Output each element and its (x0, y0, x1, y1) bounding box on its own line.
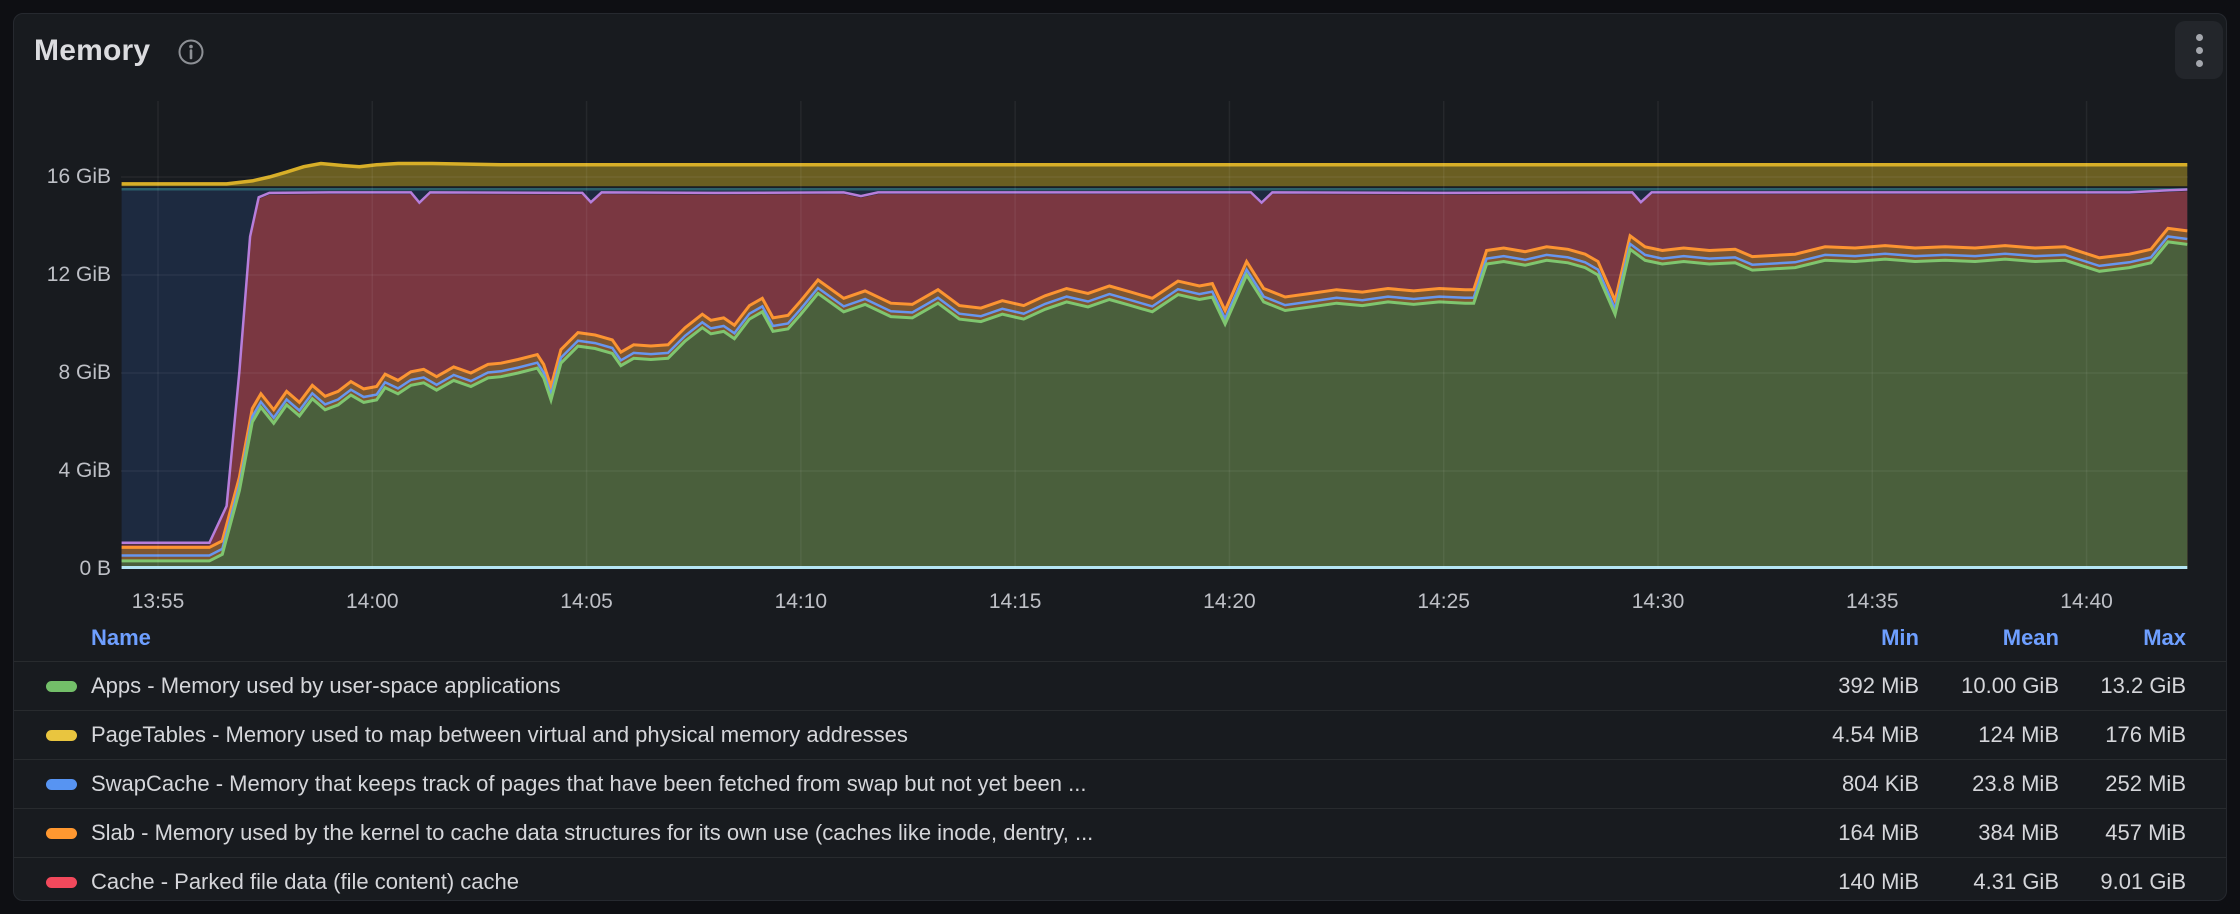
kebab-menu-icon[interactable] (2175, 21, 2223, 79)
x-axis-tick-label: 14:20 (1203, 589, 1256, 615)
legend-max-value: 9.01 GiB (2059, 869, 2186, 895)
x-axis-tick-label: 13:55 (132, 589, 185, 615)
legend-max-value: 13.2 GiB (2059, 673, 2186, 699)
legend-header-max[interactable]: Max (2059, 625, 2186, 651)
legend-series-name[interactable]: Apps - Memory used by user-space applica… (91, 673, 1779, 699)
x-axis-tick-label: 14:30 (1632, 589, 1685, 615)
legend-series-name[interactable]: SwapCache - Memory that keeps track of p… (91, 771, 1779, 797)
legend-max-value: 252 MiB (2059, 771, 2186, 797)
legend-mean-value: 23.8 MiB (1919, 771, 2059, 797)
memory-stacked-area-chart[interactable] (121, 101, 2188, 569)
legend-min-value: 164 MiB (1779, 820, 1919, 846)
info-icon-glyph (177, 38, 205, 66)
y-axis-tick-label: 0 B (14, 556, 111, 582)
legend-series-name[interactable]: PageTables - Memory used to map between … (91, 722, 1779, 748)
y-axis-tick-label: 16 GiB (14, 164, 111, 190)
x-axis-tick-label: 14:15 (989, 589, 1042, 615)
legend-series-name[interactable]: Slab - Memory used by the kernel to cach… (91, 820, 1779, 846)
legend-row: Slab - Memory used by the kernel to cach… (14, 808, 2226, 857)
pagetables-area (122, 164, 2188, 187)
legend-series-name[interactable]: Cache - Parked file data (file content) … (91, 869, 1779, 895)
legend-min-value: 140 MiB (1779, 869, 1919, 895)
legend-min-value: 392 MiB (1779, 673, 1919, 699)
x-axis-tick-label: 14:25 (1417, 589, 1470, 615)
legend-header-min[interactable]: Min (1779, 625, 1919, 651)
x-axis-tick-label: 14:35 (1846, 589, 1899, 615)
legend-header-row: Name Min Mean Max (14, 615, 2226, 661)
legend-header-mean[interactable]: Mean (1919, 625, 2059, 651)
legend-min-value: 4.54 MiB (1779, 722, 1919, 748)
panel-title[interactable]: Memory (34, 34, 150, 68)
y-axis-tick-label: 12 GiB (14, 262, 111, 288)
legend-max-value: 457 MiB (2059, 820, 2186, 846)
x-axis-tick-label: 14:00 (346, 589, 399, 615)
legend-rows: Apps - Memory used by user-space applica… (14, 661, 2226, 901)
legend-row: PageTables - Memory used to map between … (14, 710, 2226, 759)
legend-mean-value: 4.31 GiB (1919, 869, 2059, 895)
y-axis-tick-label: 8 GiB (14, 360, 111, 386)
x-axis-tick-label: 14:05 (560, 589, 613, 615)
legend-row: SwapCache - Memory that keeps track of p… (14, 759, 2226, 808)
legend-mean-value: 10.00 GiB (1919, 673, 2059, 699)
x-axis-tick-label: 14:10 (775, 589, 828, 615)
series-color-swatch (46, 828, 77, 839)
legend-mean-value: 124 MiB (1919, 722, 2059, 748)
legend-mean-value: 384 MiB (1919, 820, 2059, 846)
series-color-swatch (46, 681, 77, 692)
legend-row: Apps - Memory used by user-space applica… (14, 661, 2226, 710)
legend-min-value: 804 KiB (1779, 771, 1919, 797)
memory-panel: Memory 0 B4 GiB8 GiB12 (13, 13, 2227, 901)
y-axis-tick-label: 4 GiB (14, 458, 111, 484)
legend-row: Cache - Parked file data (file content) … (14, 857, 2226, 901)
legend-header-name[interactable]: Name (46, 625, 1779, 651)
x-axis-tick-label: 14:40 (2060, 589, 2113, 615)
info-icon[interactable] (177, 38, 205, 66)
series-color-swatch (46, 730, 77, 741)
series-color-swatch (46, 877, 77, 888)
series-color-swatch (46, 779, 77, 790)
legend-table: Name Min Mean Max Apps - Memory used by … (14, 615, 2226, 901)
legend-max-value: 176 MiB (2059, 722, 2186, 748)
